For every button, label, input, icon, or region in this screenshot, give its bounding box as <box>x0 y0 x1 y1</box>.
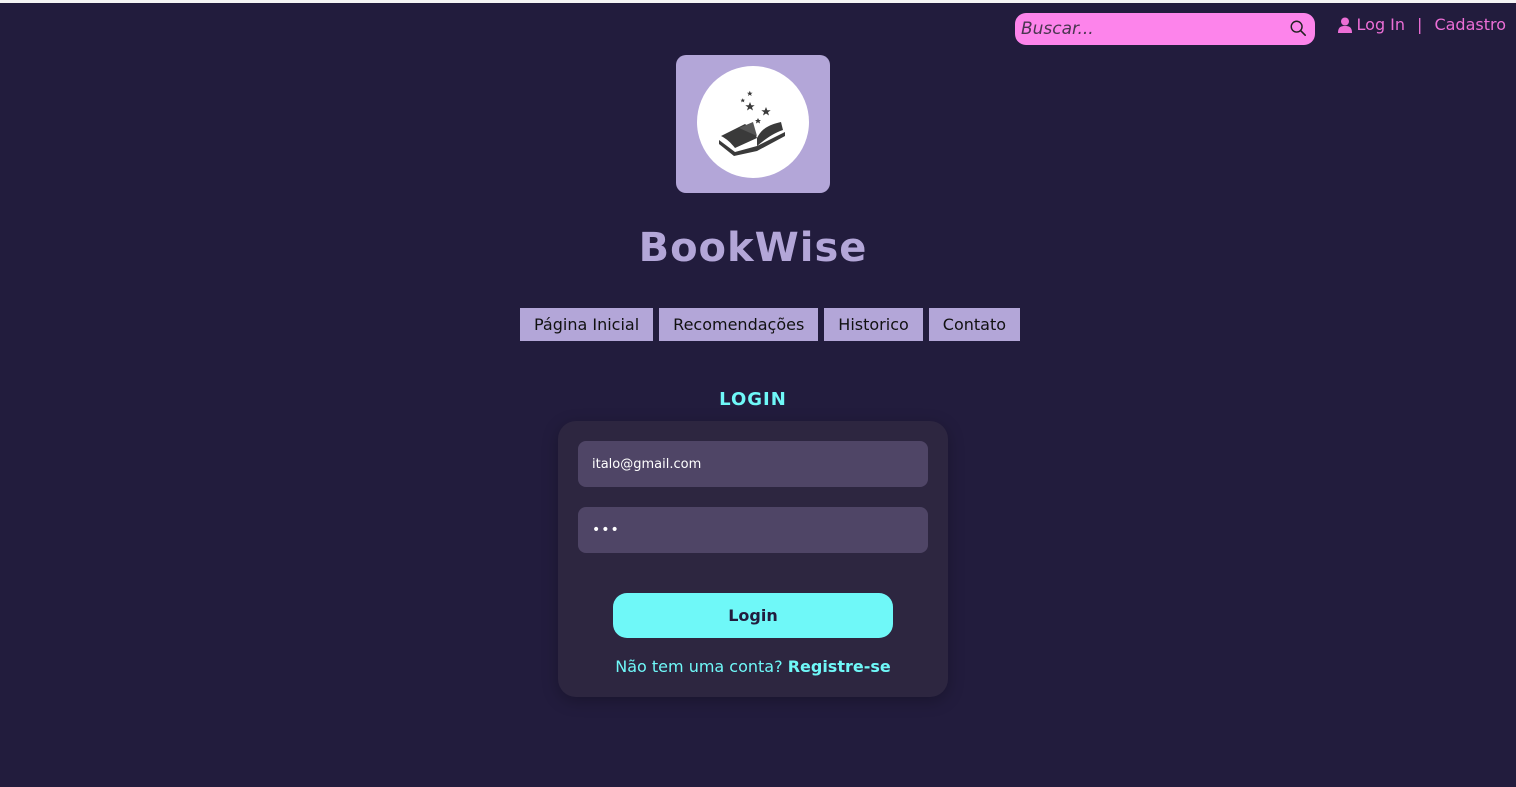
login-link[interactable]: Log In <box>1357 15 1406 34</box>
page: Log In | Cadastro BookWise Página Inici <box>0 0 1516 787</box>
email-field[interactable] <box>578 441 928 487</box>
brand-title: BookWise <box>638 225 868 271</box>
password-field[interactable] <box>578 507 928 553</box>
auth-links: Log In | Cadastro <box>1337 15 1506 34</box>
search-icon[interactable] <box>1289 19 1307 37</box>
signup-link[interactable]: Cadastro <box>1434 15 1506 34</box>
user-icon <box>1337 17 1352 33</box>
nav-item-history[interactable]: Historico <box>824 308 923 341</box>
search-bar <box>1015 13 1315 45</box>
login-button[interactable]: Login <box>613 593 893 638</box>
nav-item-contact[interactable]: Contato <box>928 308 1021 341</box>
signup-prompt: Não tem uma conta? Registre-se <box>558 657 948 676</box>
login-title: LOGIN <box>719 389 787 410</box>
nav-item-recommendations[interactable]: Recomendações <box>659 308 819 341</box>
register-link[interactable]: Registre-se <box>788 657 891 676</box>
auth-separator: | <box>1417 15 1423 34</box>
login-card: Login Não tem uma conta? Registre-se <box>558 421 948 697</box>
logo[interactable] <box>676 55 830 193</box>
logo-circle <box>697 66 809 178</box>
search-input[interactable] <box>1015 15 1281 43</box>
book-stars-icon <box>719 90 785 156</box>
main-nav: Página Inicial Recomendações Historico C… <box>520 308 1021 341</box>
no-account-text: Não tem uma conta? <box>615 657 788 676</box>
nav-item-home[interactable]: Página Inicial <box>520 308 654 341</box>
